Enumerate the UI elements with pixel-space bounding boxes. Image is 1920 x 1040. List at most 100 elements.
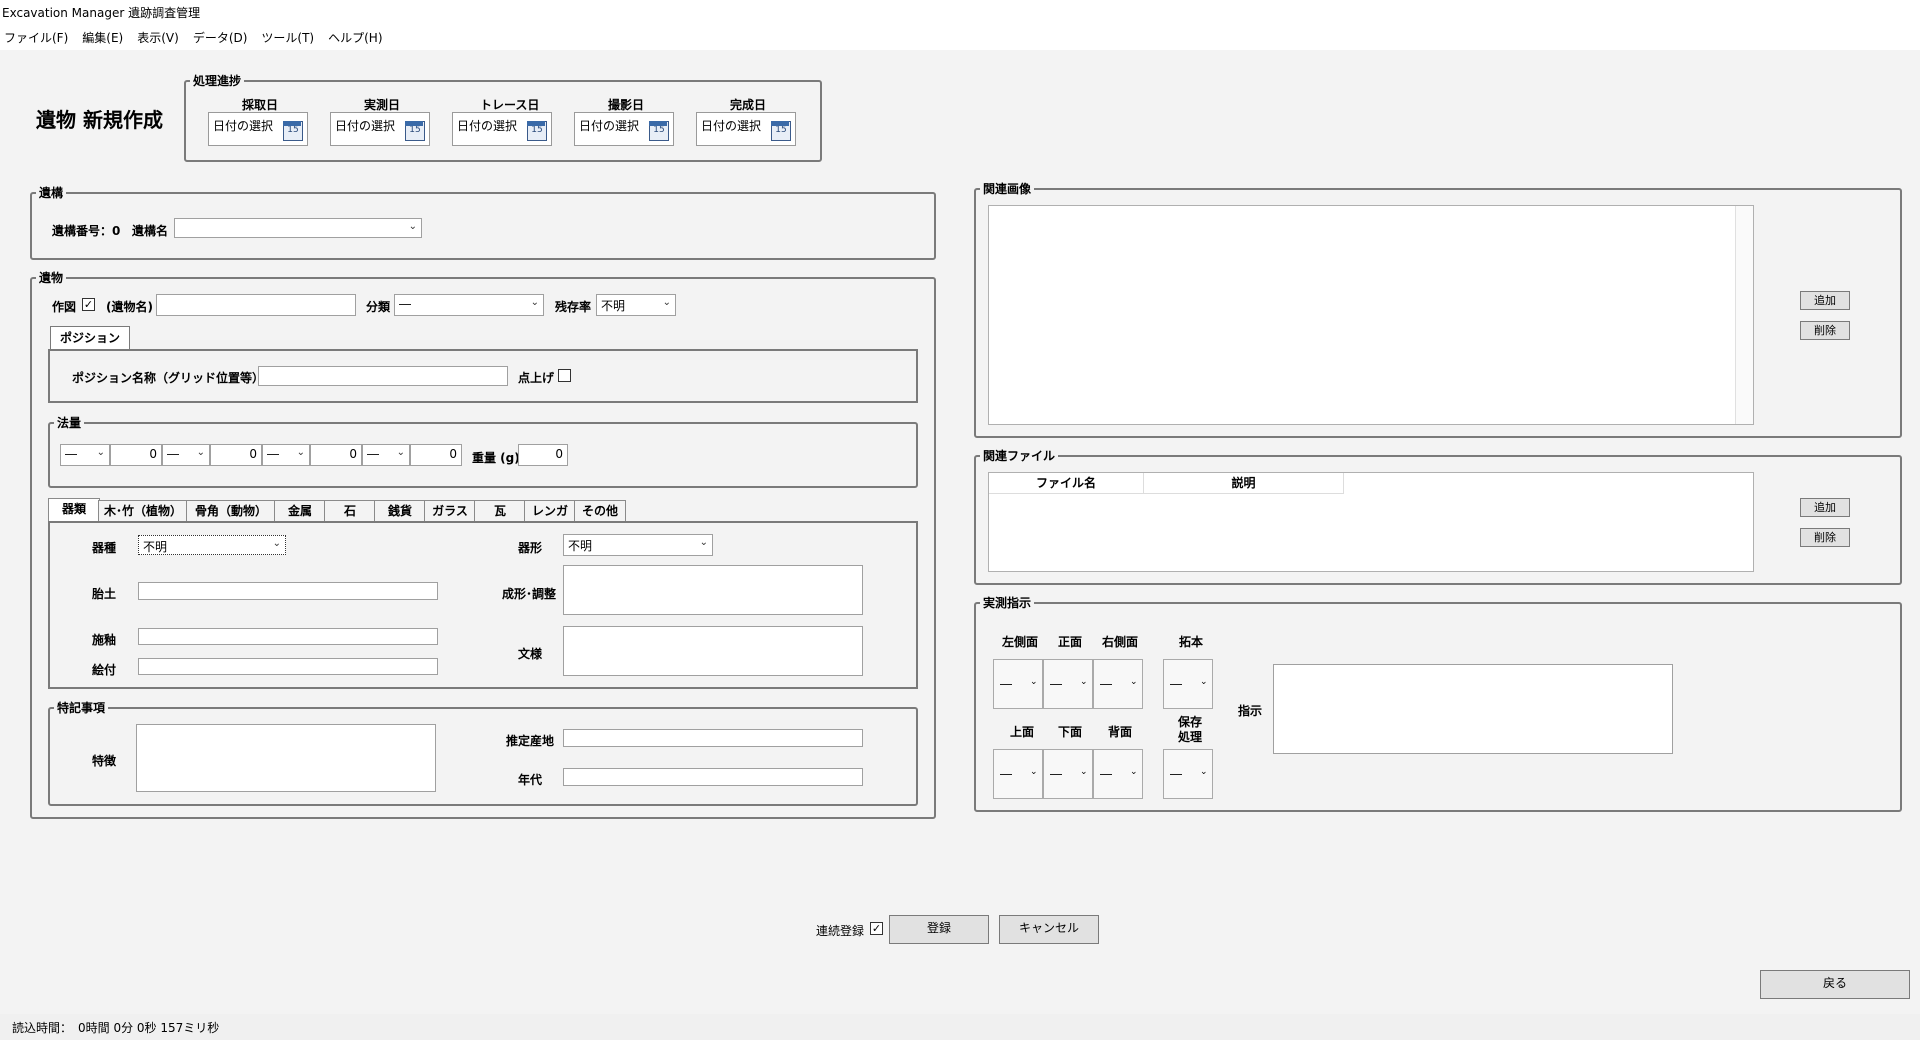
view-right-select[interactable]: ― ⌄ <box>1093 659 1143 709</box>
view-left-select[interactable]: ― ⌄ <box>993 659 1043 709</box>
menu-data[interactable]: データ(D) <box>193 29 248 46</box>
date-picker-kansei[interactable]: 日付の選択 15 <box>696 112 796 146</box>
dim3-unit-select[interactable]: ― ⌄ <box>262 444 310 466</box>
date-picker-jissoku[interactable]: 日付の選択 15 <box>330 112 430 146</box>
renzoku-label: 連続登録 <box>816 924 865 938</box>
weight-input[interactable]: 0 <box>518 444 568 466</box>
sakuzu-checkbox[interactable]: ✓ <box>82 298 95 311</box>
column-header-description[interactable]: 説明 <box>1144 473 1344 493</box>
seyu-label: 施釉 <box>92 633 117 647</box>
view-top-select[interactable]: ― ⌄ <box>993 749 1043 799</box>
tab-garasu[interactable]: ガラス <box>424 500 476 522</box>
renzoku-checkbox[interactable]: ✓ <box>870 922 883 935</box>
date-picker-saishu[interactable]: 日付の選択 15 <box>208 112 308 146</box>
position-name-input[interactable] <box>258 366 508 386</box>
images-add-button[interactable]: 追加 <box>1800 291 1850 310</box>
bunrui-select[interactable]: ― ⌄ <box>394 294 544 316</box>
menu-file[interactable]: ファイル(F) <box>4 29 68 46</box>
sanchi-input[interactable] <box>563 729 863 747</box>
chevron-down-icon: ⌄ <box>408 221 417 232</box>
tokucho-textarea[interactable] <box>136 724 436 792</box>
tab-kinzoku[interactable]: 金属 <box>274 500 326 522</box>
tab-position[interactable]: ポジション <box>50 326 130 350</box>
register-button[interactable]: 登録 <box>889 915 989 944</box>
monyo-textarea[interactable] <box>563 626 863 676</box>
column-header-filename[interactable]: ファイル名 <box>989 473 1145 493</box>
hozon-select[interactable]: ― ⌄ <box>1163 749 1213 799</box>
tab-kawara[interactable]: 瓦 <box>474 500 526 522</box>
kikei-value: 不明 <box>568 539 593 553</box>
dim-unit-value: ― <box>267 447 279 461</box>
date-value: 日付の選択 <box>213 119 274 133</box>
dim2-value-input[interactable]: 0 <box>210 444 262 466</box>
dim3-value-input[interactable]: 0 <box>310 444 362 466</box>
tab-renga[interactable]: レンガ <box>524 500 576 522</box>
iko-name-label: 遺構名 <box>132 224 169 238</box>
taido-input[interactable] <box>138 582 438 600</box>
seyu-input[interactable] <box>138 628 438 645</box>
dim1-value-input[interactable]: 0 <box>110 444 162 466</box>
menu-view[interactable]: 表示(V) <box>137 29 179 46</box>
calendar-icon[interactable]: 15 <box>649 121 669 141</box>
images-scrollbar[interactable] <box>1735 206 1753 424</box>
zanson-label: 残存率 <box>555 300 592 314</box>
shiji-textarea[interactable] <box>1273 664 1673 754</box>
nendai-input[interactable] <box>563 768 863 786</box>
dim4-value-input[interactable]: 0 <box>410 444 462 466</box>
tab-sonota[interactable]: その他 <box>574 500 626 522</box>
date-label-trace: トレース日 <box>480 98 540 112</box>
view-value: ― <box>1170 767 1182 781</box>
ibutsu-name-input[interactable] <box>156 294 356 316</box>
files-add-button[interactable]: 追加 <box>1800 498 1850 517</box>
dim-unit-value: ― <box>65 447 77 461</box>
calendar-icon[interactable]: 15 <box>527 121 547 141</box>
takuhon-label: 拓本 <box>1179 635 1204 649</box>
images-delete-button[interactable]: 削除 <box>1800 321 1850 340</box>
bunrui-value: ― <box>399 297 411 311</box>
calendar-icon[interactable]: 15 <box>771 121 791 141</box>
files-table[interactable]: ファイル名 説明 <box>988 472 1754 572</box>
seikei-label: 成形･調整 <box>502 587 557 601</box>
tab-kotsukaku[interactable]: 骨角（動物） <box>186 500 276 522</box>
date-value: 日付の選択 <box>579 119 640 133</box>
zanson-select[interactable]: 不明 ⌄ <box>596 294 676 316</box>
menu-help[interactable]: ヘルプ(H) <box>328 29 382 46</box>
tab-kirui[interactable]: 器類 <box>48 498 100 522</box>
menu-tools[interactable]: ツール(T) <box>261 29 314 46</box>
kishu-select[interactable]: 不明 ⌄ <box>138 535 286 555</box>
calendar-icon[interactable]: 15 <box>283 121 303 141</box>
dim2-unit-select[interactable]: ― ⌄ <box>162 444 210 466</box>
files-delete-button[interactable]: 削除 <box>1800 528 1850 547</box>
tab-moku-chiku[interactable]: 木･竹（植物） <box>98 500 188 522</box>
hozon-label: 保存 処理 <box>1178 715 1203 744</box>
menu-edit[interactable]: 編集(E) <box>82 29 123 46</box>
menu-bar: ファイル(F) 編集(E) 表示(V) データ(D) ツール(T) ヘルプ(H) <box>0 24 1920 50</box>
chevron-down-icon: ⌄ <box>1200 677 1208 687</box>
view-back-select[interactable]: ― ⌄ <box>1093 749 1143 799</box>
chevron-down-icon: ⌄ <box>1130 677 1138 687</box>
material-tabs: 器類 木･竹（植物） 骨角（動物） 金属 石 銭貨 ガラス 瓦 レンガ その他 <box>48 498 918 522</box>
etsuke-input[interactable] <box>138 658 438 675</box>
seikei-textarea[interactable] <box>563 565 863 615</box>
tab-ishi[interactable]: 石 <box>324 500 376 522</box>
ibutsu-name-label: (遺物名) <box>106 300 153 314</box>
chevron-down-icon: ⌄ <box>196 447 205 458</box>
dim1-unit-select[interactable]: ― ⌄ <box>60 444 110 466</box>
view-bottom-select[interactable]: ― ⌄ <box>1043 749 1093 799</box>
iko-number-label: 遺構番号：0 <box>52 224 121 238</box>
calendar-icon[interactable]: 15 <box>405 121 425 141</box>
dim4-unit-select[interactable]: ― ⌄ <box>362 444 410 466</box>
kikei-select[interactable]: 不明 ⌄ <box>563 534 713 556</box>
back-button[interactable]: 戻る <box>1760 970 1910 999</box>
iko-name-select[interactable]: ⌄ <box>174 218 422 238</box>
nendai-label: 年代 <box>518 773 543 787</box>
cancel-button[interactable]: キャンセル <box>999 915 1099 944</box>
date-picker-satsuei[interactable]: 日付の選択 15 <box>574 112 674 146</box>
date-picker-trace[interactable]: 日付の選択 15 <box>452 112 552 146</box>
tenage-checkbox[interactable] <box>558 369 571 382</box>
tab-senka[interactable]: 銭貨 <box>374 500 426 522</box>
images-list[interactable] <box>988 205 1754 425</box>
view-front-select[interactable]: ― ⌄ <box>1043 659 1093 709</box>
takuhon-select[interactable]: ― ⌄ <box>1163 659 1213 709</box>
ibutsu-legend: 遺物 <box>36 269 67 286</box>
